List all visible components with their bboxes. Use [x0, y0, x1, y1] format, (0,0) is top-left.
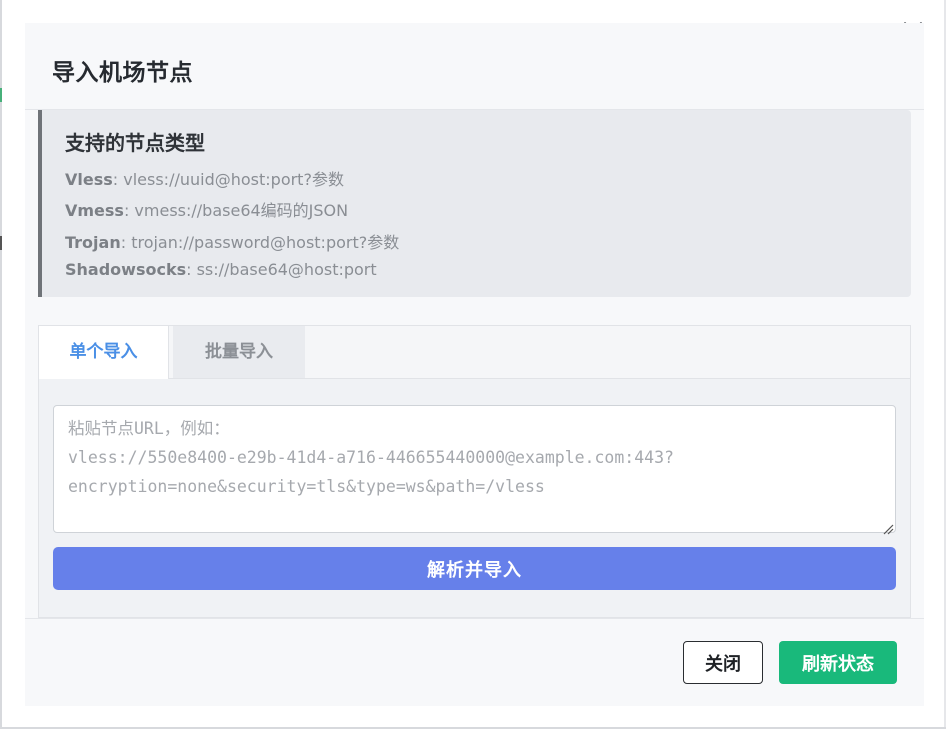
node-type-label: Trojan [65, 233, 121, 252]
page: 导入机场节点 支持的节点类型 Vless: vless://uuid@host:… [0, 0, 946, 729]
node-type-label: Vless [65, 170, 113, 189]
node-type-format: : vmess://base64编码的JSON [123, 201, 349, 220]
background-edge-mark [0, 88, 2, 102]
node-type-trojan: Trojan: trojan://password@host:port?参数 [65, 229, 399, 253]
close-button[interactable]: 关闭 [683, 641, 763, 684]
node-type-vmess: Vmess: vmess://base64编码的JSON [65, 197, 348, 221]
node-type-label: Shadowsocks [65, 260, 187, 279]
parse-import-button[interactable]: 解析并导入 [53, 547, 896, 590]
node-url-input[interactable] [53, 405, 896, 533]
refresh-status-button[interactable]: 刷新状态 [779, 641, 897, 684]
supported-types-box: 支持的节点类型 Vless: vless://uuid@host:port?参数… [38, 110, 911, 297]
node-type-label: Vmess [65, 201, 124, 220]
node-type-shadowsocks: Shadowsocks: ss://base64@host:port [65, 260, 377, 279]
import-nodes-dialog: 导入机场节点 支持的节点类型 Vless: vless://uuid@host:… [25, 23, 924, 706]
tab-batch-import[interactable]: 批量导入 [173, 326, 305, 378]
dialog-header: 导入机场节点 [25, 23, 924, 110]
node-type-vless: Vless: vless://uuid@host:port?参数 [65, 166, 344, 190]
tab-bar: 单个导入 批量导入 [39, 326, 910, 379]
node-type-format: : ss://base64@host:port [186, 260, 377, 279]
supported-types-title: 支持的节点类型 [65, 131, 205, 155]
import-tabs-panel: 单个导入 批量导入 解析并导入 [38, 325, 911, 618]
tab-single-import[interactable]: 单个导入 [39, 326, 169, 379]
node-type-format: : vless://uuid@host:port?参数 [112, 170, 344, 189]
resize-handle-icon[interactable] [883, 520, 894, 535]
dialog-title: 导入机场节点 [52, 60, 193, 86]
background-edge-mark [0, 236, 2, 250]
node-type-format: : trojan://password@host:port?参数 [120, 233, 400, 252]
dialog-footer: 关闭 刷新状态 [25, 618, 924, 706]
background-window-edge [0, 0, 2, 729]
